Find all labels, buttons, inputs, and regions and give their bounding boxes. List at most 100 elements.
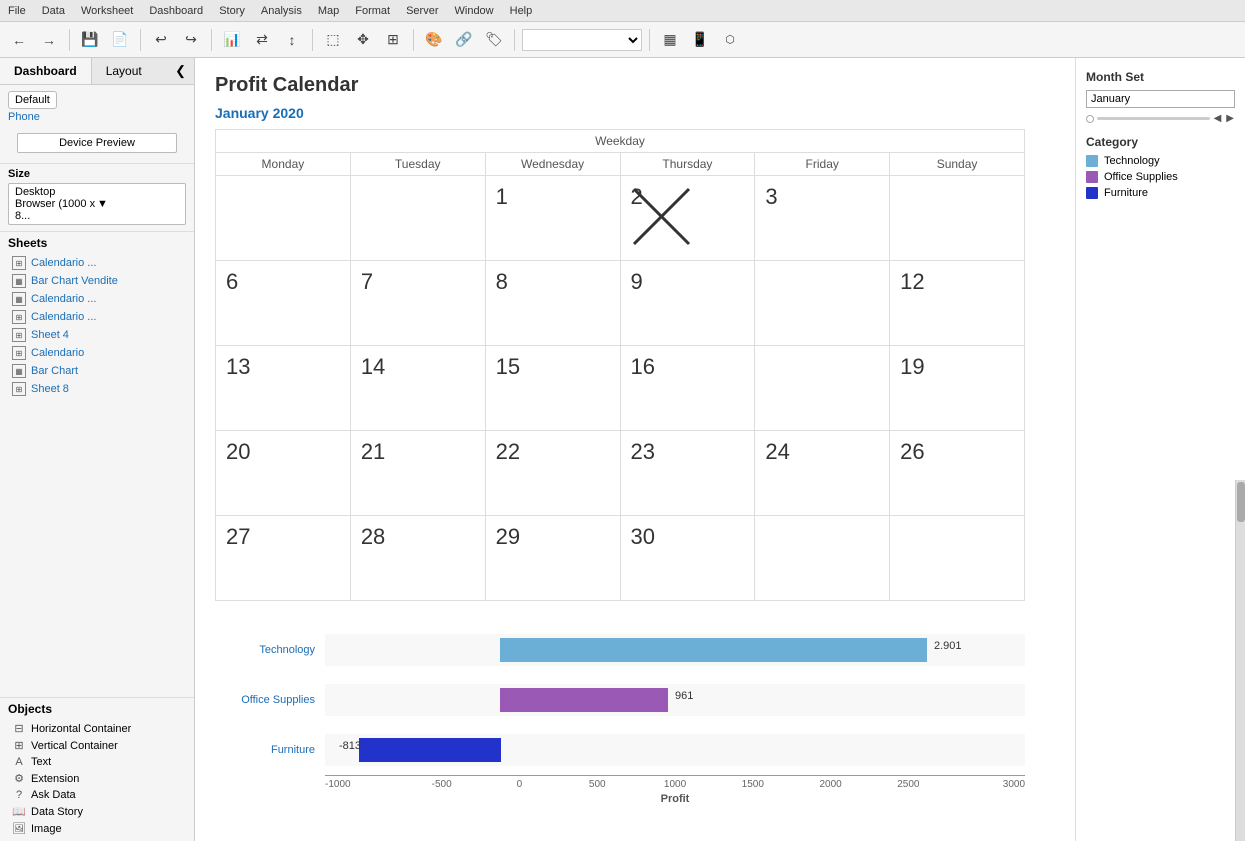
forward-button[interactable]: → [36, 27, 62, 53]
device-preview-button[interactable]: Device Preview [17, 133, 177, 153]
object-data-story[interactable]: 📖 Data Story [8, 803, 186, 820]
sort-button[interactable]: ↕ [279, 27, 305, 53]
slider-right-arrow[interactable]: ▶ [1225, 112, 1235, 125]
share-button[interactable]: ⬡ [717, 27, 743, 53]
phone-link[interactable]: Phone [8, 111, 186, 123]
month-input[interactable] [1086, 90, 1235, 108]
right-panel: Month Set ◀ ▶ Category Technology Office… [1075, 58, 1245, 841]
category-section: Category Technology Office Supplies Furn… [1086, 135, 1235, 203]
object-vertical-container[interactable]: ⊞ Vertical Container [8, 737, 186, 754]
legend-technology: Technology [1086, 155, 1235, 167]
object-extension[interactable]: ⚙ Extension [8, 770, 186, 787]
object-image[interactable]: 🖼 Image [8, 820, 186, 837]
swap-button[interactable]: ⇄ [249, 27, 275, 53]
slider-track[interactable] [1097, 117, 1210, 120]
select-button[interactable]: ⬚ [320, 27, 346, 53]
legend-office-supplies: Office Supplies [1086, 171, 1235, 183]
menu-story[interactable]: Story [219, 5, 245, 17]
save-button[interactable]: 💾 [77, 27, 103, 53]
separator-4 [312, 29, 313, 51]
color-button[interactable]: 🎨 [421, 27, 447, 53]
sheet-item[interactable]: ▦ Bar Chart Vendite [8, 272, 186, 290]
redo-button[interactable]: ↪ [178, 27, 204, 53]
sheet-icon-6: ⊞ [12, 346, 26, 360]
object-label-2: Vertical Container [31, 740, 118, 752]
slider-left-arrow[interactable]: ◀ [1213, 112, 1223, 125]
chart-type-button[interactable]: 📊 [219, 27, 245, 53]
cal-cell-r5-c6 [890, 516, 1025, 601]
x-tick-0: 0 [481, 779, 559, 790]
sheet-icon-2: ▦ [12, 274, 26, 288]
sheet-item[interactable]: ⊞ Sheet 8 [8, 380, 186, 398]
chart-bar-area-office-supplies: 961 [325, 684, 1025, 716]
device-button[interactable]: 📱 [687, 27, 713, 53]
annotation-button[interactable]: 🔗 [451, 27, 477, 53]
sheet-icon-3: ▦ [12, 292, 26, 306]
pan-button[interactable]: ✥ [350, 27, 376, 53]
sheet-item[interactable]: ▦ Calendario ... [8, 290, 186, 308]
chart-bar-area-furniture: -813 [325, 734, 1025, 766]
chart-row-technology: Technology 2.901 [215, 625, 1025, 675]
x-tick-1000p: 1000 [636, 779, 714, 790]
sheet-item[interactable]: ⊞ Calendario [8, 344, 186, 362]
menu-map[interactable]: Map [318, 5, 339, 17]
sheet-item[interactable]: ⊞ Calendario ... [8, 308, 186, 326]
collapse-button[interactable]: ❮ [167, 59, 194, 83]
default-view-btn[interactable]: Default [8, 91, 57, 109]
table-row: 1 2 3 [216, 176, 1025, 261]
horizontal-container-icon: ⊟ [12, 722, 26, 735]
menu-bar: File Data Worksheet Dashboard Story Anal… [0, 0, 1245, 22]
menu-file[interactable]: File [8, 5, 26, 17]
cal-cell-r1-c5: 3 [755, 176, 890, 261]
object-text[interactable]: A Text [8, 754, 186, 770]
content-area: Profit Calendar January 2020 Weekday Mon… [195, 58, 1075, 841]
object-label-7: Image [31, 823, 62, 835]
col-thursday: Thursday [620, 153, 755, 176]
tab-dashboard[interactable]: Dashboard [0, 58, 92, 84]
cal-cell-r1-c4: 2 [620, 176, 755, 261]
cal-cell-r4-c5: 24 [755, 431, 890, 516]
bar-furniture [359, 738, 501, 762]
bar-office-supplies [500, 688, 668, 712]
separator-1 [69, 29, 70, 51]
category-title: Category [1086, 135, 1235, 149]
separator-6 [514, 29, 515, 51]
label-button[interactable]: 🏷 [481, 27, 507, 53]
marks-dropdown[interactable] [522, 29, 642, 51]
back-button[interactable]: ← [6, 27, 32, 53]
tab-layout[interactable]: Layout [92, 58, 156, 84]
legend-swatch-office-supplies [1086, 171, 1098, 183]
menu-server[interactable]: Server [406, 5, 438, 17]
main-layout: Dashboard Layout ❮ Default Phone Device … [0, 58, 1245, 841]
object-ask-data[interactable]: ? Ask Data [8, 787, 186, 803]
menu-window[interactable]: Window [455, 5, 494, 17]
menu-format[interactable]: Format [355, 5, 390, 17]
x-tick-3000: 3000 [947, 779, 1025, 790]
new-button[interactable]: 📄 [107, 27, 133, 53]
menu-worksheet[interactable]: Worksheet [81, 5, 133, 17]
object-label-3: Text [31, 756, 51, 768]
cell-number-2: 2 [631, 184, 643, 209]
cal-cell-r2-c2: 7 [350, 261, 485, 346]
slider-container: ◀ ▶ [1086, 112, 1235, 125]
x-axis-label: Profit [325, 793, 1025, 805]
cal-cell-r3-c4: 16 [620, 346, 755, 431]
size-dropdown[interactable]: Desktop Browser (1000 x 8... ▼ [8, 183, 186, 225]
bar-value-office-supplies: 961 [675, 690, 693, 702]
data-story-icon: 📖 [12, 805, 26, 818]
sheet-item[interactable]: ⊞ Sheet 4 [8, 326, 186, 344]
undo-button[interactable]: ↩ [148, 27, 174, 53]
menu-data[interactable]: Data [42, 5, 65, 17]
sheet-item[interactable]: ⊞ Calendario ... [8, 254, 186, 272]
sheet-item[interactable]: ▦ Bar Chart [8, 362, 186, 380]
menu-analysis[interactable]: Analysis [261, 5, 302, 17]
filter-button[interactable]: ⊞ [380, 27, 406, 53]
presentation-button[interactable]: ▦ [657, 27, 683, 53]
x-tick-2000: 2000 [792, 779, 870, 790]
size-value: Desktop Browser (1000 x 8... [15, 186, 97, 222]
cal-cell-r2-c1: 6 [216, 261, 351, 346]
menu-help[interactable]: Help [510, 5, 533, 17]
object-label-6: Data Story [31, 806, 83, 818]
object-horizontal-container[interactable]: ⊟ Horizontal Container [8, 720, 186, 737]
menu-dashboard[interactable]: Dashboard [149, 5, 203, 17]
